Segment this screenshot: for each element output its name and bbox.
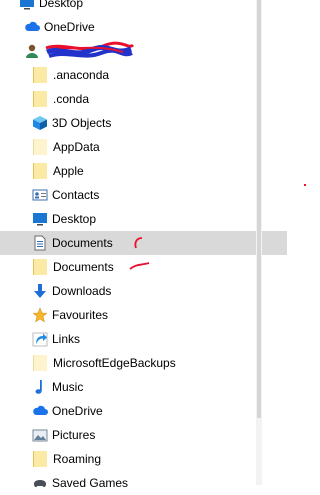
desktop-icon [19,0,35,11]
saved-games-icon [32,475,48,491]
navigation-pane: Desktop OneDrive .anaconda .conda 3D Obj… [0,0,287,490]
nav-item-onedrive[interactable]: OneDrive [0,15,279,39]
folder-icon [33,67,49,83]
nav-item-label: Saved Games [52,476,129,490]
scrollbar-thumb[interactable] [257,0,261,418]
nav-item-conda[interactable]: .conda [0,87,288,111]
3d-objects-icon [32,115,48,131]
annotation-mark [134,237,143,249]
nav-item-contacts[interactable]: Contacts [0,183,287,207]
nav-item-microsoftedgebackups[interactable]: MicrosoftEdgeBackups [0,351,288,375]
nav-item-label: Documents [53,260,114,274]
annotation-mark [129,262,150,270]
documents-icon [32,235,48,251]
nav-item-documents-folder[interactable]: Documents [0,255,288,279]
nav-item-label: Roaming [53,452,102,466]
stray-mark [304,184,306,186]
pictures-icon [32,427,48,443]
links-icon [32,331,48,347]
star-icon [32,307,48,323]
nav-item-label: MicrosoftEdgeBackups [53,356,176,370]
nav-item-label: Apple [53,164,84,178]
music-icon [32,379,48,395]
nav-item-pictures[interactable]: Pictures [0,423,287,447]
nav-item-label: Documents [52,236,113,250]
folder-icon [33,259,49,275]
nav-item-label: 3D Objects [52,116,112,130]
nav-item-downloads[interactable]: Downloads [0,279,287,303]
nav-item-music[interactable]: Music [0,375,287,399]
onedrive-cloud-icon [32,403,48,419]
nav-item-label: Music [52,380,84,394]
nav-item-label: Links [52,332,81,346]
nav-item-label: OneDrive [52,404,103,418]
nav-item-label: Favourites [52,308,109,322]
onedrive-cloud-icon [24,19,40,35]
nav-item-links[interactable]: Links [0,327,287,351]
contacts-icon [32,187,48,203]
nav-item-label: Desktop [52,212,97,226]
folder-icon [33,163,49,179]
redaction-scribble [45,41,135,58]
desktop-icon [32,211,48,227]
nav-item-3d-objects[interactable]: 3D Objects [0,111,287,135]
folder-light-icon [33,355,49,371]
nav-item-saved-games[interactable]: Saved Games [0,471,287,495]
user-icon [24,43,40,59]
nav-item-onedrive-user[interactable]: OneDrive [0,399,287,423]
nav-item-label: Desktop [39,0,84,10]
nav-item-desktop-top[interactable]: Desktop [0,0,274,15]
nav-item-favourites[interactable]: Favourites [0,303,287,327]
nav-item-label: .anaconda [53,68,110,82]
folder-icon [33,451,49,467]
nav-item-documents-library[interactable]: Documents [0,231,287,255]
nav-item-appdata[interactable]: AppData [0,135,288,159]
nav-item-roaming[interactable]: Roaming [0,447,288,471]
folder-light-icon [33,139,49,155]
nav-item-label: Downloads [52,284,112,298]
nav-item-label: .conda [53,92,90,106]
nav-item-label: OneDrive [44,20,95,34]
nav-item-label: AppData [53,140,100,154]
nav-item-apple[interactable]: Apple [0,159,288,183]
nav-item-user[interactable] [0,39,279,63]
nav-item-label: Contacts [52,188,100,202]
nav-item-label: Pictures [52,428,96,442]
nav-item-anaconda[interactable]: .anaconda [0,63,288,87]
downloads-icon [32,283,48,299]
nav-item-desktop[interactable]: Desktop [0,207,287,231]
folder-icon [33,91,49,107]
